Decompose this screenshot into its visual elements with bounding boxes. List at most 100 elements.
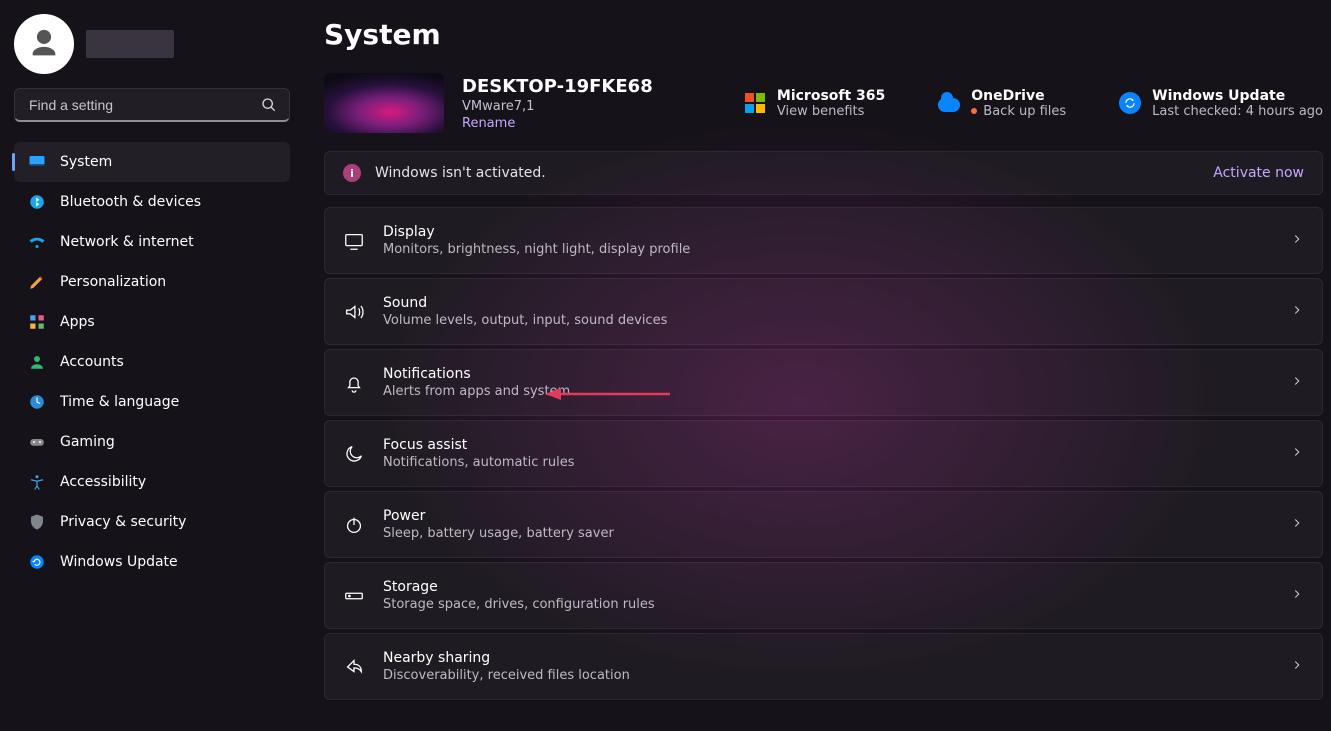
- display-icon: [343, 230, 365, 252]
- sidebar-item-label: Time & language: [60, 394, 179, 410]
- sidebar-item-gaming[interactable]: Gaming: [14, 422, 290, 462]
- settings-card-focus-assist[interactable]: Focus assist Notifications, automatic rul…: [324, 420, 1323, 487]
- sidebar-item-label: Network & internet: [60, 234, 194, 250]
- activate-now-link[interactable]: Activate now: [1213, 165, 1304, 181]
- bluetooth-icon: [28, 193, 46, 211]
- sidebar-item-personalization[interactable]: Personalization: [14, 262, 290, 302]
- chevron-right-icon: [1290, 232, 1304, 250]
- device-info: DESKTOP-19FKE68 VMware7,1 Rename: [462, 76, 653, 131]
- settings-card-notifications[interactable]: Notifications Alerts from apps and system: [324, 349, 1323, 416]
- accounts-icon: [28, 353, 46, 371]
- chevron-right-icon: [1290, 303, 1304, 321]
- card-title: Sound: [383, 295, 1272, 311]
- settings-card-power[interactable]: Power Sleep, battery usage, battery saver: [324, 491, 1323, 558]
- moon-icon: [343, 443, 365, 465]
- sound-icon: [343, 301, 365, 323]
- card-title: Power: [383, 508, 1272, 524]
- device-header: DESKTOP-19FKE68 VMware7,1 Rename Microso…: [324, 73, 1323, 133]
- search-box[interactable]: [14, 88, 290, 122]
- sidebar-item-windows-update[interactable]: Windows Update: [14, 542, 290, 582]
- rename-device-link[interactable]: Rename: [462, 116, 653, 131]
- card-subtitle: Sleep, battery usage, battery saver: [383, 526, 1272, 541]
- card-subtitle: Volume levels, output, input, sound devi…: [383, 313, 1272, 328]
- ms365-title: Microsoft 365: [777, 88, 885, 104]
- chevron-right-icon: [1290, 374, 1304, 392]
- time-language-icon: [28, 393, 46, 411]
- sidebar-nav: System Bluetooth & devices Network & int…: [14, 142, 290, 582]
- wu-subtitle: Last checked: 4 hours ago: [1152, 104, 1323, 119]
- bell-icon: [343, 372, 365, 394]
- card-title: Storage: [383, 579, 1272, 595]
- search-input[interactable]: [27, 96, 261, 114]
- sidebar-item-label: Personalization: [60, 274, 166, 290]
- settings-card-storage[interactable]: Storage Storage space, drives, configurat…: [324, 562, 1323, 629]
- onedrive-link[interactable]: OneDrive Back up files: [937, 88, 1066, 119]
- card-subtitle: Monitors, brightness, night light, displ…: [383, 242, 1272, 257]
- windows-update-round-icon: [1118, 91, 1142, 115]
- activation-banner[interactable]: i Windows isn't activated. Activate now: [324, 151, 1323, 195]
- search-icon: [261, 97, 277, 113]
- user-account-tile[interactable]: [14, 14, 290, 74]
- device-thumbnail: [324, 73, 444, 133]
- sidebar-item-network[interactable]: Network & internet: [14, 222, 290, 262]
- avatar: [14, 14, 74, 74]
- chevron-right-icon: [1290, 587, 1304, 605]
- card-title: Nearby sharing: [383, 650, 1272, 666]
- onedrive-icon: [937, 91, 961, 115]
- card-subtitle: Storage space, drives, configuration rul…: [383, 597, 1272, 612]
- info-icon: i: [343, 164, 361, 182]
- microsoft-logo-icon: [743, 91, 767, 115]
- ms365-link[interactable]: Microsoft 365 View benefits: [743, 88, 885, 119]
- card-subtitle: Alerts from apps and system: [383, 384, 1272, 399]
- settings-card-display[interactable]: Display Monitors, brightness, night light…: [324, 207, 1323, 274]
- card-title: Display: [383, 224, 1272, 240]
- system-settings-list: Display Monitors, brightness, night light…: [324, 207, 1323, 700]
- page-title: System: [324, 18, 1323, 51]
- card-title: Focus assist: [383, 437, 1272, 453]
- sidebar-item-time-language[interactable]: Time & language: [14, 382, 290, 422]
- share-icon: [343, 656, 365, 678]
- sidebar-item-label: Privacy & security: [60, 514, 186, 530]
- sidebar-item-label: System: [60, 154, 112, 170]
- sidebar-item-label: Gaming: [60, 434, 115, 450]
- wifi-icon: [28, 233, 46, 251]
- personalization-icon: [28, 273, 46, 291]
- chevron-right-icon: [1290, 516, 1304, 534]
- sidebar-item-system[interactable]: System: [14, 142, 290, 182]
- card-subtitle: Notifications, automatic rules: [383, 455, 1272, 470]
- power-icon: [343, 514, 365, 536]
- device-model: VMware7,1: [462, 99, 653, 114]
- wu-title: Windows Update: [1152, 88, 1323, 104]
- windows-update-link[interactable]: Windows Update Last checked: 4 hours ago: [1118, 88, 1323, 119]
- card-title: Notifications: [383, 366, 1272, 382]
- sidebar-item-privacy[interactable]: Privacy & security: [14, 502, 290, 542]
- sidebar-item-accounts[interactable]: Accounts: [14, 342, 290, 382]
- settings-card-nearby-sharing[interactable]: Nearby sharing Discoverability, received …: [324, 633, 1323, 700]
- sidebar-item-label: Bluetooth & devices: [60, 194, 201, 210]
- settings-card-sound[interactable]: Sound Volume levels, output, input, sound…: [324, 278, 1323, 345]
- accessibility-icon: [28, 473, 46, 491]
- settings-main: System DESKTOP-19FKE68 VMware7,1 Rename …: [300, 0, 1331, 731]
- sidebar-item-accessibility[interactable]: Accessibility: [14, 462, 290, 502]
- sidebar-item-label: Accounts: [60, 354, 124, 370]
- windows-update-icon: [28, 553, 46, 571]
- activation-message: Windows isn't activated.: [375, 165, 1199, 181]
- onedrive-title: OneDrive: [971, 88, 1066, 104]
- attention-dot-icon: [971, 108, 977, 114]
- sidebar-item-apps[interactable]: Apps: [14, 302, 290, 342]
- apps-icon: [28, 313, 46, 331]
- gaming-icon: [28, 433, 46, 451]
- system-icon: [28, 153, 46, 171]
- sidebar-item-bluetooth[interactable]: Bluetooth & devices: [14, 182, 290, 222]
- chevron-right-icon: [1290, 658, 1304, 676]
- card-subtitle: Discoverability, received files location: [383, 668, 1272, 683]
- sidebar-item-label: Apps: [60, 314, 95, 330]
- chevron-right-icon: [1290, 445, 1304, 463]
- onedrive-subtitle: Back up files: [983, 104, 1066, 119]
- device-name: DESKTOP-19FKE68: [462, 76, 653, 97]
- settings-sidebar: System Bluetooth & devices Network & int…: [0, 0, 300, 731]
- ms365-subtitle: View benefits: [777, 104, 885, 119]
- sidebar-item-label: Windows Update: [60, 554, 178, 570]
- user-name: [86, 30, 174, 58]
- storage-icon: [343, 585, 365, 607]
